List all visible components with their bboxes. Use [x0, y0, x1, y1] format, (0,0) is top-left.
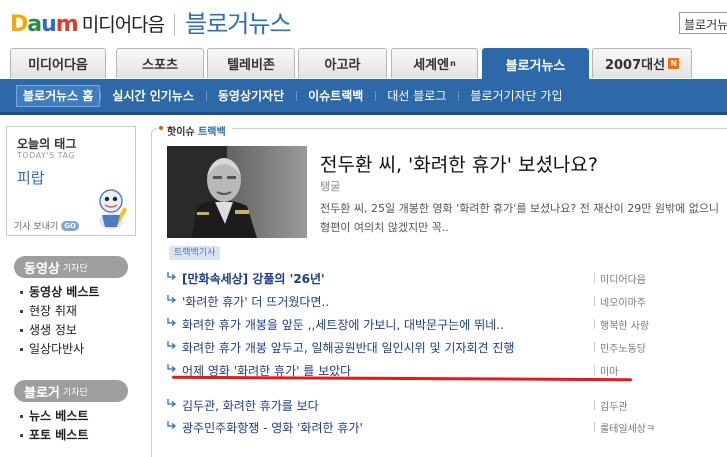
divider	[594, 319, 595, 329]
trackback-source[interactable]: 행복한 사랑	[600, 317, 649, 332]
trackback-source[interactable]: 네오이마주	[600, 294, 646, 309]
tab-2007-election[interactable]: 2007대선 N	[592, 48, 692, 78]
blogger-reporters-header[interactable]: 블로거 기자단	[14, 380, 128, 402]
subnav-realtime-popular[interactable]: 실시간 인기뉴스	[100, 79, 205, 112]
bullet-icon	[20, 348, 23, 351]
send-article-label: 기사 보내기	[14, 222, 59, 232]
trackback-title[interactable]: 화려한 휴가 개봉 앞두고, 일해공원반대 일인시위 및 기자회견 진행	[182, 339, 514, 356]
trackback-title[interactable]: 김두관, 화려한 휴가를 보다	[182, 397, 319, 414]
bullet-icon	[20, 434, 23, 437]
today-tag-link[interactable]: 피랍	[17, 167, 45, 188]
video-reporters-header[interactable]: 동영상 기자단	[14, 256, 128, 278]
reply-arrow-icon	[167, 272, 176, 280]
article-summary[interactable]: 전두환 씨, 25일 개봉한 영화 '화려한 휴가'를 보셨나요? 전 재산이 …	[320, 199, 725, 237]
video-reporters-list: 동영상 베스트 현장 취재 생생 정보 일상다반사	[20, 283, 99, 359]
trackback-row[interactable]: 광주민주화항쟁 - 영화 '화려한 휴가' 룰테일세상ㅋ	[167, 417, 727, 437]
trackback-title[interactable]: [만화속세상] 강풀의 '26년'	[182, 270, 325, 287]
trackback-title[interactable]: 광주민주화항쟁 - 영화 '화려한 휴가'	[182, 419, 363, 436]
daum-logo[interactable]: Daum 미디어다음 블로거뉴스	[10, 8, 292, 38]
sidebar-item-live-info[interactable]: 생생 정보	[20, 321, 99, 340]
trackback-source[interactable]: 미마	[600, 363, 618, 378]
trackback-title[interactable]: 화려한 휴가 개봉을 앞둔 ,,세트장에 가보니, 대박문구는에 뛰네..	[182, 316, 504, 333]
sidebar-item-news-best[interactable]: 뉴스 베스트	[20, 407, 88, 426]
top-bar: Daum 미디어다음 블로거뉴스 블로거뉴	[0, 0, 727, 44]
reply-arrow-icon	[167, 421, 176, 429]
trackback-source[interactable]: 미디어다음	[600, 271, 646, 286]
bullet-icon	[20, 310, 23, 313]
sidebar-item-field-report[interactable]: 현장 취재	[20, 302, 99, 321]
tab-sports[interactable]: 스포츠	[116, 48, 204, 78]
tab-media-daum[interactable]: 미디어다음	[10, 48, 106, 78]
new-icon: N	[668, 58, 680, 69]
today-tag-subtitle: TODAY'S TAG	[17, 151, 76, 160]
trackback-source[interactable]: 김두관	[600, 398, 628, 413]
bullet-icon	[20, 291, 23, 294]
bullet-icon	[20, 329, 23, 332]
reply-arrow-icon	[167, 295, 176, 303]
trackback-row[interactable]: 화려한 휴가 개봉 앞두고, 일해공원반대 일인시위 및 기자회견 진행 민주노…	[167, 337, 727, 357]
today-tag-title: 오늘의 태그	[17, 137, 77, 151]
go-button[interactable]: GO	[61, 220, 79, 231]
search-input[interactable]: 블로거뉴	[679, 12, 727, 34]
divider	[594, 400, 595, 410]
sub-navigation: 블로거뉴스 홈 실시간 인기뉴스 동영상기자단 이슈트랙백 대선 블로그 블로거…	[0, 79, 727, 115]
subnav-issue-trackback[interactable]: 이슈트랙백	[296, 79, 375, 112]
today-tag-box: 오늘의 태그 TODAY'S TAG 피랍 기사 보내기 GO	[6, 126, 136, 236]
subnav-blogger-news-home[interactable]: 블로거뉴스 홈	[16, 84, 101, 107]
article-photo[interactable]	[167, 146, 307, 238]
reply-arrow-icon	[167, 364, 176, 372]
trackback-source[interactable]: 룰테일세상ㅋ	[600, 420, 655, 435]
tab-television[interactable]: 텔레비존	[207, 48, 295, 78]
sidebar-item-daily-life[interactable]: 일상다반사	[20, 340, 99, 359]
trackback-row[interactable]: [만화속세상] 강풀의 '26년' 미디어다음	[167, 268, 727, 288]
blogger-news-title[interactable]: 블로거뉴스	[185, 10, 291, 38]
hot-issue-label: 핫이슈 트랙백	[157, 123, 232, 138]
article-author[interactable]: 탱굴	[320, 178, 340, 194]
reply-arrow-icon	[167, 341, 176, 349]
trackback-title[interactable]: '화려한 휴가' 더 뜨거웠다면..	[182, 293, 329, 310]
sidebar-item-video-best[interactable]: 동영상 베스트	[20, 283, 99, 302]
bullet-icon	[20, 415, 23, 418]
blogger-reporters-list: 뉴스 베스트 포토 베스트	[20, 407, 88, 445]
pencil-mascot-icon	[99, 189, 128, 229]
tab-blogger-news[interactable]: 블로거뉴스	[482, 48, 589, 80]
trackback-row[interactable]: 김두관, 화려한 휴가를 보다 김두관	[167, 395, 727, 415]
media-daum-label[interactable]: 미디어다음	[82, 12, 165, 38]
tab-world-n[interactable]: 세계엔 n	[391, 48, 478, 78]
divider	[594, 273, 595, 283]
divider	[594, 296, 595, 306]
divider	[594, 342, 595, 352]
divider	[594, 422, 595, 432]
reply-arrow-icon	[167, 318, 176, 326]
logo-divider	[174, 14, 176, 36]
divider	[594, 365, 595, 375]
trackback-row[interactable]: '화려한 휴가' 더 뜨거웠다면.. 네오이마주	[167, 291, 727, 311]
main-tabs: 미디어다음 스포츠 텔레비존 아고라 세계엔 n 블로거뉴스 2007대선 N	[0, 48, 727, 80]
daum-wordmark: Daum	[10, 12, 79, 37]
send-article-button[interactable]: 기사 보내기 GO	[14, 219, 79, 232]
sidebar-item-photo-best[interactable]: 포토 베스트	[20, 426, 88, 445]
trackback-row[interactable]: 화려한 휴가 개봉을 앞둔 ,,세트장에 가보니, 대박문구는에 뛰네.. 행복…	[167, 314, 727, 334]
subnav-video-reporters[interactable]: 동영상기자단	[205, 79, 296, 112]
tab-agora[interactable]: 아고라	[298, 48, 387, 78]
subnav-election-blog[interactable]: 대선 블로그	[375, 79, 458, 112]
subnav-blogger-join[interactable]: 블로거기자단 가입	[458, 79, 574, 112]
reply-arrow-icon	[167, 399, 176, 407]
trackback-source[interactable]: 민주노동당	[600, 340, 646, 355]
trackback-articles-badge: 트랙백기사	[169, 246, 221, 260]
portrait-photo-image	[167, 146, 307, 238]
article-headline[interactable]: 전두환 씨, '화려한 휴가' 보셨나요?	[320, 150, 598, 177]
